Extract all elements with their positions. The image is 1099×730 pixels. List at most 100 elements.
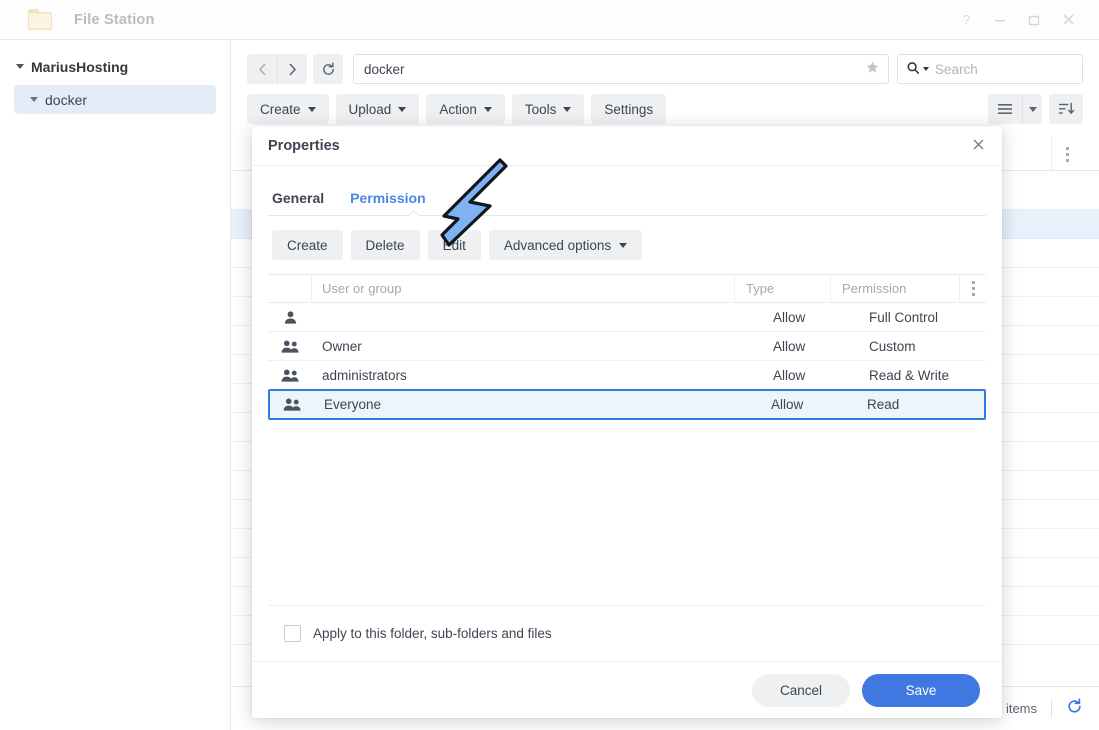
tools-button[interactable]: Tools	[512, 94, 585, 124]
delete-permission-button[interactable]: Delete	[351, 230, 420, 260]
file-station-window: File Station ? MariusHosting docker	[0, 0, 1099, 730]
maximize-button[interactable]	[1017, 3, 1051, 37]
sidebar-item-mariushosting[interactable]: MariusHosting	[0, 52, 230, 81]
item-count-label: items	[1006, 701, 1037, 716]
search-icon	[906, 61, 920, 78]
row-name	[312, 303, 762, 332]
view-mode-group	[988, 94, 1042, 124]
row-permission: Read	[856, 390, 984, 419]
active-tab-indicator	[408, 209, 420, 216]
search-placeholder: Search	[935, 62, 978, 77]
group-icon	[268, 361, 312, 390]
cancel-button[interactable]: Cancel	[752, 674, 850, 707]
table-row[interactable]: Allow Full Control	[268, 303, 986, 332]
chevron-down-icon[interactable]	[30, 97, 38, 102]
apply-recursive-label: Apply to this folder, sub-folders and fi…	[313, 626, 552, 641]
column-user-or-group: User or group	[312, 274, 735, 303]
settings-button[interactable]: Settings	[591, 94, 666, 124]
sidebar-item-label: MariusHosting	[31, 59, 128, 75]
dialog-tabs: General Permission	[268, 166, 986, 216]
refresh-button[interactable]	[313, 54, 343, 84]
chevron-down-icon	[398, 107, 406, 112]
permission-action-bar: Create Delete Edit Advanced options	[268, 216, 986, 274]
chevron-down-icon	[484, 107, 492, 112]
column-type: Type	[735, 274, 831, 303]
apply-recursive-row: Apply to this folder, sub-folders and fi…	[268, 605, 986, 661]
action-label: Action	[439, 102, 477, 117]
permission-table: User or group Type Permission Allow Full…	[268, 274, 986, 420]
user-icon	[268, 303, 312, 332]
create-label: Create	[260, 102, 301, 117]
row-permission: Full Control	[858, 303, 986, 332]
dialog-title: Properties	[268, 138, 340, 154]
folder-icon	[28, 9, 54, 30]
create-button[interactable]: Create	[247, 94, 329, 124]
properties-dialog: Properties General Permission Create Del…	[252, 126, 1002, 718]
svg-text:?: ?	[963, 13, 970, 27]
row-name: administrators	[312, 361, 762, 390]
sidebar: MariusHosting docker	[0, 40, 231, 730]
navigation-bar: docker Search	[231, 40, 1099, 84]
row-type: Allow	[762, 303, 858, 332]
action-toolbar: Create Upload Action Tools Settings	[231, 84, 1099, 124]
chevron-down-icon	[563, 107, 571, 112]
view-mode-dropdown[interactable]	[1022, 94, 1042, 124]
divider	[1051, 700, 1052, 718]
row-permission: Read & Write	[858, 361, 986, 390]
column-options-icon[interactable]	[1051, 137, 1083, 171]
row-permission: Custom	[858, 332, 986, 361]
window-titlebar: File Station ?	[0, 0, 1099, 40]
tab-general[interactable]: General	[272, 190, 324, 216]
table-row[interactable]: Owner Allow Custom	[268, 332, 986, 361]
refresh-icon[interactable]	[1066, 698, 1083, 720]
chevron-down-icon[interactable]	[16, 64, 24, 69]
advanced-options-button[interactable]: Advanced options	[489, 230, 642, 260]
column-icon	[268, 274, 312, 303]
sidebar-item-label: docker	[45, 92, 87, 108]
save-button[interactable]: Save	[862, 674, 980, 707]
edit-permission-button[interactable]: Edit	[428, 230, 481, 260]
delete-label: Delete	[366, 238, 405, 253]
list-view-icon[interactable]	[988, 94, 1022, 124]
edit-label: Edit	[443, 238, 466, 253]
row-name: Owner	[312, 332, 762, 361]
star-icon[interactable]	[865, 60, 880, 78]
close-button[interactable]	[1051, 3, 1085, 37]
permission-table-header: User or group Type Permission	[268, 274, 986, 303]
view-controls	[988, 94, 1083, 124]
path-value: docker	[364, 62, 405, 77]
row-type: Allow	[760, 390, 856, 419]
column-options-icon[interactable]	[959, 274, 986, 303]
window-controls: ?	[949, 3, 1099, 37]
minimize-button[interactable]	[983, 3, 1017, 37]
path-input[interactable]: docker	[353, 54, 889, 84]
row-name: Everyone	[314, 390, 760, 419]
sidebar-item-docker[interactable]: docker	[14, 85, 216, 114]
table-row[interactable]: Everyone Allow Read	[268, 389, 986, 420]
forward-button[interactable]	[277, 54, 307, 84]
close-icon[interactable]	[971, 137, 986, 155]
advanced-options-label: Advanced options	[504, 238, 611, 253]
help-button[interactable]: ?	[949, 3, 983, 37]
row-type: Allow	[762, 361, 858, 390]
search-input[interactable]: Search	[897, 54, 1083, 84]
column-permission: Permission	[831, 274, 959, 303]
chevron-down-icon	[619, 243, 627, 248]
settings-label: Settings	[604, 102, 653, 117]
create-permission-button[interactable]: Create	[272, 230, 343, 260]
chevron-down-icon	[308, 107, 316, 112]
create-label: Create	[287, 238, 328, 253]
nav-history-group	[247, 54, 307, 84]
tools-label: Tools	[525, 102, 557, 117]
dialog-footer: Cancel Save	[252, 661, 1002, 718]
group-icon	[268, 332, 312, 361]
apply-recursive-checkbox[interactable]	[284, 625, 301, 642]
action-button[interactable]: Action	[426, 94, 505, 124]
back-button[interactable]	[247, 54, 277, 84]
chevron-down-icon[interactable]	[923, 67, 929, 71]
sort-button[interactable]	[1049, 94, 1083, 124]
upload-button[interactable]: Upload	[336, 94, 420, 124]
upload-label: Upload	[349, 102, 392, 117]
table-row[interactable]: administrators Allow Read & Write	[268, 361, 986, 390]
app-title: File Station	[74, 12, 155, 28]
